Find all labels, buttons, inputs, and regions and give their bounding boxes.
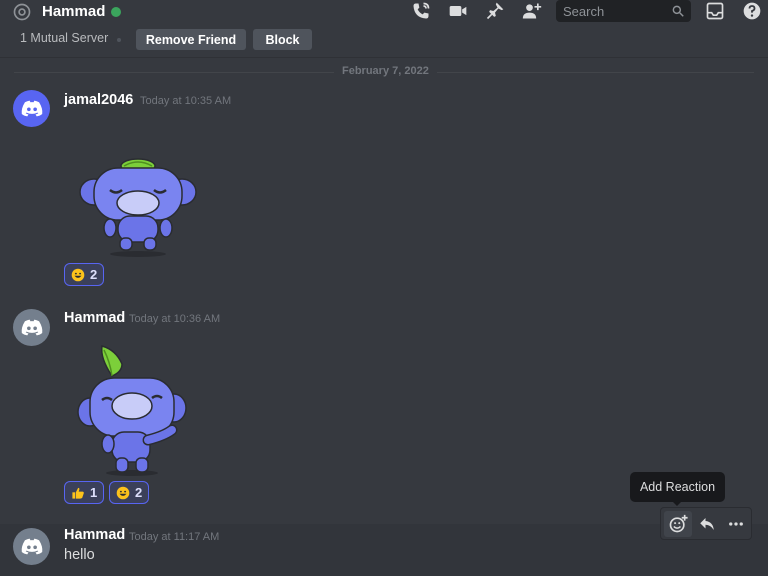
- add-reaction-button[interactable]: [664, 511, 692, 537]
- reaction-thumbs-up[interactable]: 1: [64, 481, 105, 504]
- channel-title: Hammad: [42, 3, 106, 20]
- help-icon[interactable]: [741, 0, 763, 22]
- separator-dot: [117, 38, 121, 42]
- reply-icon: [700, 518, 714, 530]
- reaction-count: 2: [90, 267, 98, 282]
- discord-logo-icon: [21, 319, 42, 336]
- add-reaction-tooltip: Add Reaction: [630, 472, 725, 502]
- at-icon: [13, 3, 31, 21]
- reaction-grinning[interactable]: 2: [109, 481, 150, 504]
- more-icon: [729, 522, 743, 526]
- date-divider-label: February 7, 2022: [334, 65, 437, 77]
- reaction-grinning[interactable]: 2: [64, 263, 105, 286]
- profile-bar: 1 Mutual Server Remove Friend Block: [0, 24, 768, 58]
- online-status-badge: [111, 7, 121, 17]
- mutual-servers-link[interactable]: 1 Mutual Server: [20, 31, 108, 45]
- add-friend-icon[interactable]: [521, 0, 543, 22]
- avatar[interactable]: [13, 528, 50, 565]
- inbox-icon[interactable]: [704, 0, 726, 22]
- pin-icon[interactable]: [484, 0, 506, 22]
- thumbs-up-emoji: [72, 487, 84, 499]
- remove-friend-button[interactable]: Remove Friend: [136, 29, 246, 50]
- grinning-face-emoji: [71, 268, 85, 281]
- tooltip-arrow: [672, 501, 682, 506]
- block-button[interactable]: Block: [253, 29, 312, 50]
- message-timestamp: Today at 10:36 AM: [129, 313, 221, 325]
- message-text: hello: [64, 547, 95, 563]
- phone-call-icon[interactable]: [410, 0, 432, 22]
- message-username[interactable]: Hammad: [64, 527, 125, 543]
- reply-button[interactable]: [693, 511, 721, 537]
- message-action-toolbar: [660, 507, 752, 540]
- more-options-button[interactable]: [722, 511, 750, 537]
- chat-header: Hammad Search: [0, 0, 768, 24]
- message-timestamp: Today at 11:17 AM: [129, 531, 220, 543]
- message-timestamp: Today at 10:35 AM: [140, 95, 232, 107]
- search-input[interactable]: Search: [556, 0, 691, 22]
- video-camera-icon[interactable]: [447, 0, 469, 22]
- discord-logo-icon: [21, 538, 42, 555]
- avatar[interactable]: [13, 90, 50, 127]
- add-reaction-icon: [669, 514, 688, 533]
- message-username[interactable]: jamal2046: [64, 92, 133, 108]
- reaction-count: 2: [135, 485, 143, 500]
- reaction-count: 1: [90, 485, 98, 500]
- wumpus-leaf-sticker: [79, 158, 197, 257]
- search-icon: [672, 5, 684, 17]
- avatar[interactable]: [13, 309, 50, 346]
- search-placeholder: Search: [563, 4, 605, 19]
- discord-logo-icon: [21, 100, 42, 117]
- wumpus-wave-sticker: [77, 345, 187, 476]
- grinning-face-emoji: [116, 486, 130, 499]
- message-username[interactable]: Hammad: [64, 310, 125, 326]
